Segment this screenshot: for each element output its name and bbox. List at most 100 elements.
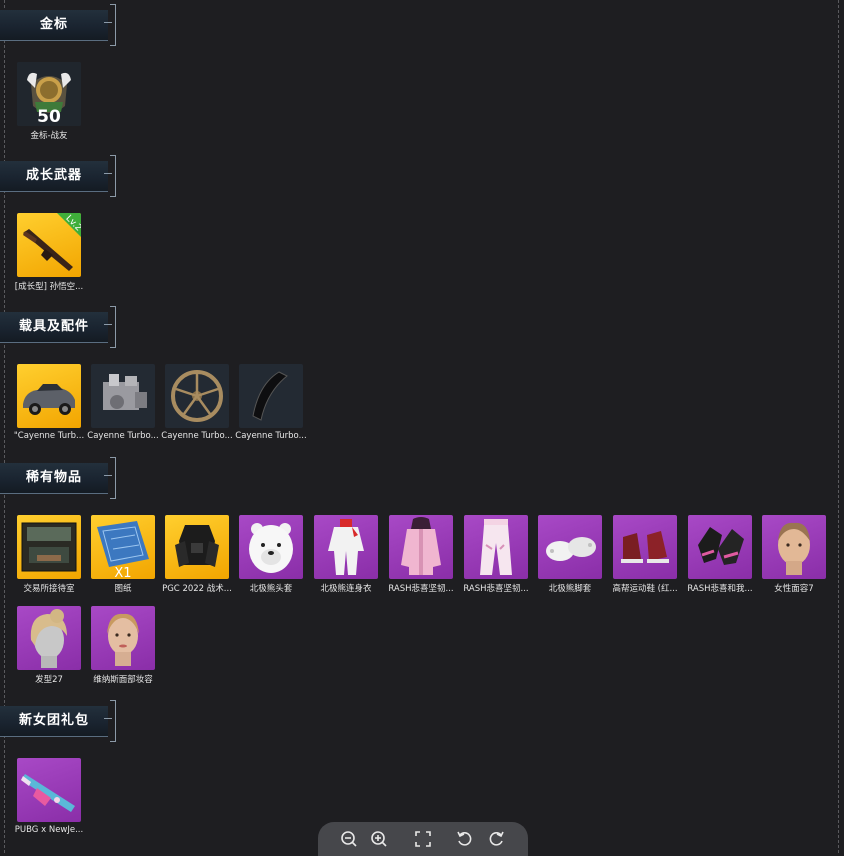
rifle-icon: Lv.2 (23, 213, 81, 271)
item-bear-suit[interactable]: 北极熊连身衣 (309, 515, 383, 594)
female-face-icon (778, 522, 810, 575)
blueprint-icon: X1 (97, 521, 149, 579)
item-thumbnail (239, 364, 303, 428)
item-quantity: X1 (114, 566, 131, 579)
room-icon (21, 522, 77, 572)
item-sneakers[interactable]: 高帮运动鞋 (红... (608, 515, 682, 594)
section-header-gold: 金标 (0, 4, 116, 46)
item-thumbnail (17, 606, 81, 670)
item-label: Cayenne Turbo... (161, 431, 233, 441)
item-engine[interactable]: Cayenne Turbo... (86, 364, 160, 441)
item-thumbnail (314, 515, 378, 579)
item-label: 女性面容7 (774, 584, 814, 594)
item-gold-badge[interactable]: 50 金标-战友 (12, 62, 86, 141)
item-venus-makeup[interactable]: 维纳斯面部妆容 (86, 606, 160, 685)
item-thumbnail (165, 515, 229, 579)
item-car[interactable]: "Cayenne Turb... (12, 364, 86, 441)
hoodie-icon (401, 517, 441, 575)
item-label: RASH悲喜坚韧... (463, 584, 529, 594)
section-title: 成长武器 (25, 168, 82, 183)
hairstyle-icon (30, 609, 67, 668)
item-thumbnail (389, 515, 453, 579)
item-thumbnail (688, 515, 752, 579)
item-thumbnail (91, 364, 155, 428)
bear-paw-icon (546, 537, 596, 561)
item-label: PUBG x NewJe... (14, 825, 84, 835)
item-room[interactable]: 交易所接待室 (12, 515, 86, 594)
zoom-out-icon (341, 831, 357, 847)
item-thumbnail (538, 515, 602, 579)
fullscreen-button[interactable] (412, 828, 434, 850)
rotate-left-button[interactable] (454, 828, 476, 850)
item-growth-gun[interactable]: Lv.2 [成长型] 孙悟空... (12, 213, 86, 292)
item-label: Cayenne Turbo... (235, 431, 307, 441)
item-label: 北极熊头套 (249, 584, 293, 594)
item-thumbnail: 50 (17, 62, 81, 126)
item-rash-hoodie[interactable]: RASH悲喜坚韧... (384, 515, 458, 594)
zoom-out-button[interactable] (338, 828, 360, 850)
item-pgc[interactable]: PGC 2022 战术... (160, 515, 234, 594)
sneaker-icon (621, 531, 669, 563)
item-thumbnail (762, 515, 826, 579)
image-viewer-toolbar (318, 822, 528, 856)
rotate-left-icon (457, 831, 472, 846)
item-face7[interactable]: 女性面容7 (757, 515, 831, 594)
item-thumbnail (17, 364, 81, 428)
gold-badge-icon: 50 (17, 62, 81, 126)
section-title: 稀有物品 (25, 470, 82, 485)
item-thumbnail (17, 758, 81, 822)
makeup-face-icon (107, 613, 139, 666)
item-label: RASH悲喜和我... (687, 584, 753, 594)
item-hair27[interactable]: 发型27 (12, 606, 86, 685)
item-bear-head[interactable]: 北极熊头套 (234, 515, 308, 594)
section-header-vehicle: 载具及配件 (0, 306, 116, 348)
item-label: 北极熊脚套 (548, 584, 592, 594)
section-header-growth-weapon: 成长武器 (0, 155, 116, 197)
item-blueprint[interactable]: X1 图纸 (86, 515, 160, 594)
polar-bear-head-icon (249, 523, 293, 573)
page-right-guide-line (838, 0, 839, 853)
item-spoiler[interactable]: Cayenne Turbo... (234, 364, 308, 441)
section-title: 新女团礼包 (18, 713, 89, 728)
zoom-in-icon (371, 831, 387, 847)
section-header-rare: 稀有物品 (0, 457, 116, 499)
item-label: 交易所接待室 (23, 584, 75, 594)
pants-icon (480, 519, 512, 575)
item-label: [成长型] 孙悟空... (14, 282, 84, 292)
section-title: 金标 (39, 17, 68, 32)
item-label: Cayenne Turbo... (87, 431, 159, 441)
item-rash-pants[interactable]: RASH悲喜坚韧... (459, 515, 533, 594)
badge-number: 50 (37, 107, 61, 126)
spoiler-icon (252, 371, 288, 421)
item-wheel[interactable]: Cayenne Turbo... (160, 364, 234, 441)
wheel-icon (171, 370, 223, 422)
tactical-vest-icon (175, 525, 219, 567)
decorated-rifle-icon (21, 774, 75, 812)
engine-icon (103, 374, 147, 410)
section-header-girl-group-pack: 新女团礼包 (0, 700, 116, 742)
item-label: 高帮运动鞋 (红... (612, 584, 678, 594)
item-thumbnail: Lv.2 (17, 213, 81, 277)
car-icon (23, 384, 75, 415)
fullscreen-icon (415, 831, 431, 847)
item-rash-gloves[interactable]: RASH悲喜和我... (683, 515, 757, 594)
item-thumbnail (165, 364, 229, 428)
item-pubg-newjeans[interactable]: PUBG x NewJe... (12, 758, 86, 835)
item-label: 发型27 (35, 675, 63, 685)
item-bear-feet[interactable]: 北极熊脚套 (533, 515, 607, 594)
zoom-in-button[interactable] (368, 828, 390, 850)
item-thumbnail (91, 606, 155, 670)
section-title: 载具及配件 (18, 319, 89, 334)
item-thumbnail (464, 515, 528, 579)
item-label: RASH悲喜坚韧... (388, 584, 454, 594)
item-thumbnail (17, 515, 81, 579)
item-label: 图纸 (114, 584, 132, 594)
item-thumbnail (239, 515, 303, 579)
item-label: "Cayenne Turb... (13, 431, 85, 441)
item-label: 金标-战友 (30, 131, 68, 141)
item-thumbnail (613, 515, 677, 579)
rotate-right-button[interactable] (485, 828, 507, 850)
glove-icon (698, 527, 744, 565)
rotate-right-icon (489, 831, 504, 846)
item-label: 北极熊连身衣 (320, 584, 372, 594)
